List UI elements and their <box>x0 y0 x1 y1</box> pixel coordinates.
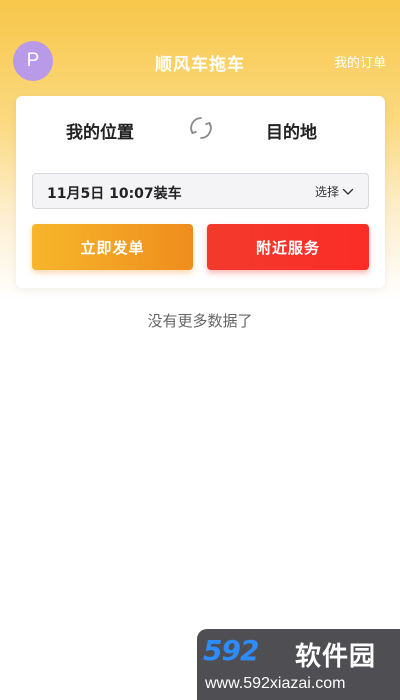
app-screen: P 顺风车拖车 我的订单 我的位置 目的地 11月5日 10:07装车 选择 立… <box>0 0 400 700</box>
loading-time-value: 11月5日 10:07装车 <box>47 186 182 202</box>
watermark-url: www.592xiazai.com <box>205 675 346 692</box>
swap-refresh-icon[interactable] <box>188 115 214 141</box>
my-orders-link[interactable]: 我的订单 <box>334 52 386 71</box>
select-label: 选择 <box>314 185 339 199</box>
origin-field[interactable]: 我的位置 <box>66 118 134 143</box>
watermark-logo: 592 <box>203 634 259 667</box>
watermark: 592 软件园 www.592xiazai.com <box>197 629 400 700</box>
destination-field[interactable]: 目的地 <box>266 118 317 143</box>
loading-time-field[interactable]: 11月5日 10:07装车 选择 <box>32 173 369 209</box>
location-row: 我的位置 目的地 <box>16 96 385 161</box>
watermark-name: 软件园 <box>295 642 377 672</box>
time-select-button[interactable]: 选择 <box>315 183 354 200</box>
chevron-down-icon <box>342 188 354 195</box>
order-card: 我的位置 目的地 11月5日 10:07装车 选择 立即发单 附近服务 <box>16 96 385 288</box>
place-order-button[interactable]: 立即发单 <box>32 224 193 270</box>
nearby-service-button[interactable]: 附近服务 <box>207 224 369 270</box>
no-more-data-text: 没有更多数据了 <box>147 312 253 330</box>
